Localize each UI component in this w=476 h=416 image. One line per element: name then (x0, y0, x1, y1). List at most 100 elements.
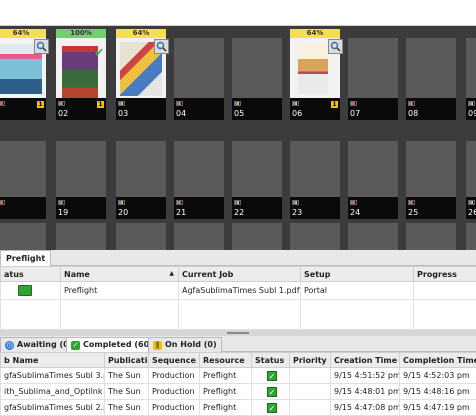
column-header-sequence[interactable]: Sequence (148, 352, 200, 368)
page-footer: 21 (174, 197, 224, 219)
warning-count-badge: 1 (331, 101, 338, 108)
page-thumbnail-09[interactable]: 09 (466, 29, 476, 120)
progress-percent-label: 100% (56, 29, 106, 38)
column-header-progress[interactable]: Progress (413, 266, 476, 282)
magnifier-icon[interactable] (328, 39, 343, 54)
page-thumbnail-grid: 64% 1 100% ✔ 02 1 64% 03 04 05 64% 06 1 07 08 09 19 20 21 2… (0, 26, 476, 250)
column-header-status[interactable]: atus (0, 266, 61, 282)
cmyk-separations-icon (292, 200, 299, 205)
column-header-creation-time[interactable]: Creation Time (330, 352, 400, 368)
page-thumbnail-08[interactable]: 08 (406, 29, 456, 120)
page-thumbnail-partial[interactable] (290, 223, 340, 250)
tab-preflight[interactable]: Preflight (0, 250, 52, 266)
job-status-tabs: ◷ Awaiting (0) ✓ Completed (60) ∥ On Hol… (0, 336, 476, 352)
column-header-publication[interactable]: Publicatior (104, 352, 149, 368)
page-number: 08 (408, 109, 419, 118)
page-number: 19 (58, 208, 69, 217)
page-preview (174, 141, 224, 197)
page-preview (116, 141, 166, 197)
status-complete-icon: ✓ (267, 386, 277, 397)
status-complete-icon: ✓ (267, 370, 277, 381)
grip-icon (227, 332, 249, 334)
page-preview (232, 38, 282, 98)
page-footer: 03 (116, 98, 166, 120)
column-header-completion-time[interactable]: Completion Time (399, 352, 476, 368)
page-preview (116, 38, 169, 98)
page-thumbnail-21[interactable]: 21 (174, 132, 224, 219)
cmyk-separations-icon (234, 101, 241, 106)
table-row[interactable]: Preflight AgfaSublimaTimes Subl 1.pdf Po… (0, 281, 476, 300)
page-thumbnail-partial[interactable]: 64% 1 (0, 29, 49, 120)
page-number: 23 (292, 208, 303, 217)
progress-percent-label (232, 132, 282, 141)
status-complete-icon: ✓ (267, 402, 277, 413)
cmyk-separations-icon (234, 200, 241, 205)
page-thumbnail-04[interactable]: 04 (174, 29, 224, 120)
page-thumbnail-20[interactable]: 20 (116, 132, 166, 219)
page-thumbnail-partial[interactable] (174, 223, 224, 250)
page-thumbnail-partial[interactable] (0, 223, 46, 250)
cmyk-separations-icon (468, 101, 475, 106)
column-header-priority[interactable]: Priority (289, 352, 331, 368)
table-row-empty (0, 299, 476, 330)
sequence-cell: Production (148, 367, 200, 384)
page-preview (348, 38, 398, 98)
name-cell: Preflight (60, 281, 179, 300)
page-thumbnail-26[interactable]: 26 (466, 132, 476, 219)
column-header-job-name[interactable]: b Name (0, 352, 105, 368)
page-footer: 1 (0, 98, 46, 120)
page-number: 20 (118, 208, 129, 217)
page-thumbnail-19[interactable]: 19 (56, 132, 106, 219)
table-row[interactable]: ith_Sublima_and_Optilnk 2. The Sun Produ… (0, 383, 476, 400)
page-footer: 07 (348, 98, 398, 120)
table-row[interactable]: gfaSublimaTimes Subl 2.pdf The Sun Produ… (0, 399, 476, 416)
page-footer: 19 (56, 197, 106, 219)
cmyk-separations-icon (468, 200, 475, 205)
page-thumbnail-06[interactable]: 64% 06 1 (290, 29, 343, 120)
tab-completed-label: Completed (60) (83, 340, 153, 349)
cmyk-separations-icon (118, 101, 125, 106)
magnifier-icon[interactable] (34, 39, 49, 54)
page-preview (290, 38, 343, 98)
cmyk-separations-icon (176, 101, 183, 106)
page-thumbnail-03[interactable]: 64% 03 (116, 29, 169, 120)
column-header-setup[interactable]: Setup (300, 266, 414, 282)
column-header-name[interactable]: Name ▲ (60, 266, 179, 282)
completion-time-cell: 9/15 4:48:16 pm (399, 383, 476, 400)
page-thumbnail-partial[interactable] (232, 223, 282, 250)
page-thumbnail-05[interactable]: 05 (232, 29, 282, 120)
page-footer: 02 1 (56, 98, 106, 120)
cmyk-separations-icon (0, 200, 5, 205)
page-thumbnail-partial[interactable] (0, 132, 46, 219)
page-thumbnail-25[interactable]: 25 (406, 132, 456, 219)
cmyk-separations-icon (408, 200, 415, 205)
page-thumbnail-partial[interactable] (466, 223, 476, 250)
page-thumbnail-partial[interactable] (348, 223, 398, 250)
column-header-status[interactable]: Status (251, 352, 290, 368)
page-preview (0, 141, 46, 197)
page-footer: 24 (348, 197, 398, 219)
column-header-current-job[interactable]: Current Job (178, 266, 301, 282)
page-thumbnail-07[interactable]: 07 (348, 29, 398, 120)
table-row[interactable]: gfaSublimaTimes Subl 3.pdf The Sun Produ… (0, 367, 476, 384)
magnifier-icon[interactable] (154, 39, 169, 54)
page-thumbnail-23[interactable]: 23 (290, 132, 340, 219)
preflight-panel: Preflight atus Name ▲ Current Job Setup … (0, 250, 476, 330)
page-preview (406, 141, 456, 197)
cmyk-separations-icon (350, 200, 357, 205)
page-thumbnail-partial[interactable] (116, 223, 166, 250)
page-thumbnail-partial[interactable] (56, 223, 106, 250)
tab-on-hold[interactable]: ∥ On Hold (0) (148, 337, 222, 352)
column-header-resource[interactable]: Resource (199, 352, 252, 368)
approved-check-icon: ✔ (94, 46, 104, 59)
priority-cell (289, 367, 331, 384)
tab-completed[interactable]: ✓ Completed (60) (66, 337, 158, 352)
progress-percent-label (232, 29, 282, 38)
page-thumbnail-24[interactable]: 24 (348, 132, 398, 219)
page-thumbnail-22[interactable]: 22 (232, 132, 282, 219)
page-number: 09 (468, 109, 476, 118)
page-thumbnail-partial[interactable] (406, 223, 456, 250)
page-number: 05 (234, 109, 245, 118)
setup-cell: Portal (300, 281, 414, 300)
page-thumbnail-02[interactable]: 100% ✔ 02 1 (56, 29, 106, 120)
